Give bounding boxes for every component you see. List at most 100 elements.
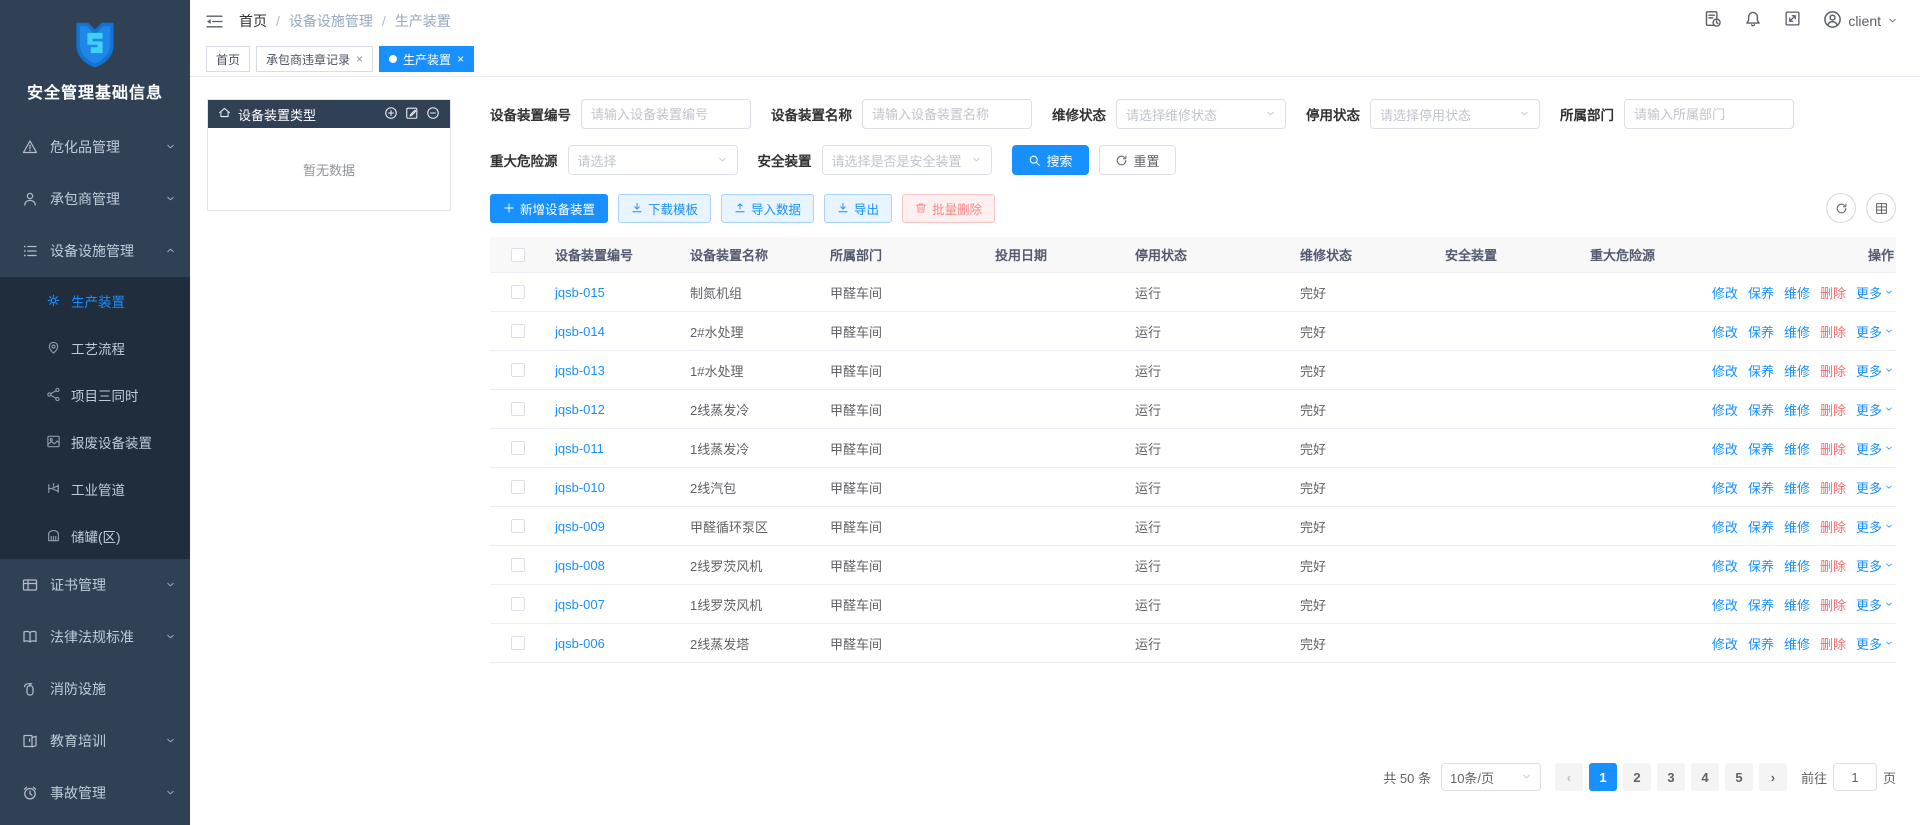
row-action-edit[interactable]: 修改 (1712, 634, 1738, 653)
filter-input-eq-code[interactable] (591, 106, 741, 122)
search-button[interactable]: 搜索 (1011, 145, 1089, 175)
filter-select-safety[interactable]: 请选择是否是安全装置 (821, 145, 992, 175)
row-action-delete[interactable]: 删除 (1820, 634, 1846, 653)
filter-select-hazard[interactable]: 请选择 (567, 145, 738, 175)
row-checkbox[interactable] (510, 558, 525, 572)
filter-input-eq-name[interactable] (872, 106, 1022, 122)
edit-type-button[interactable] (405, 106, 419, 123)
filter-input-dept[interactable] (1634, 106, 1784, 122)
row-action-more[interactable]: 更多 (1856, 322, 1894, 341)
goto-page-input[interactable] (1832, 763, 1877, 791)
sidebar-subitem-process[interactable]: 工艺流程 (0, 324, 190, 371)
row-action-repair[interactable]: 维修 (1784, 439, 1810, 458)
row-action-edit[interactable]: 修改 (1712, 556, 1738, 575)
download-template-button[interactable]: 下载模板 (618, 193, 712, 223)
user-menu[interactable]: client (1823, 10, 1898, 32)
breadcrumb-item[interactable]: 生产装置 (395, 11, 451, 31)
row-action-maintain[interactable]: 保养 (1748, 439, 1774, 458)
page-button-2[interactable]: 2 (1622, 763, 1651, 791)
sidebar-item-contractor[interactable]: 承包商管理 (0, 173, 190, 225)
row-action-delete[interactable]: 删除 (1820, 595, 1846, 614)
page-button-3[interactable]: 3 (1656, 763, 1685, 791)
remove-type-button[interactable] (426, 106, 440, 123)
row-action-delete[interactable]: 删除 (1820, 283, 1846, 302)
row-action-repair[interactable]: 维修 (1784, 283, 1810, 302)
row-action-edit[interactable]: 修改 (1712, 517, 1738, 536)
equipment-code-link[interactable]: jqsb-006 (555, 636, 605, 651)
sidebar-item-accident[interactable]: 事故管理 (0, 767, 190, 819)
row-action-maintain[interactable]: 保养 (1748, 478, 1774, 497)
breadcrumb-item[interactable]: 设备设施管理 (289, 11, 373, 31)
row-action-repair[interactable]: 维修 (1784, 400, 1810, 419)
batch-delete-button[interactable]: 批量删除 (902, 193, 996, 223)
row-action-edit[interactable]: 修改 (1712, 478, 1738, 497)
select-all-checkbox[interactable] (510, 247, 525, 262)
row-action-delete[interactable]: 删除 (1820, 517, 1846, 536)
row-action-more[interactable]: 更多 (1856, 556, 1894, 575)
row-action-repair[interactable]: 维修 (1784, 556, 1810, 575)
document-log-icon[interactable] (1704, 10, 1722, 33)
row-action-more[interactable]: 更多 (1856, 361, 1894, 380)
row-action-edit[interactable]: 修改 (1712, 322, 1738, 341)
equipment-code-link[interactable]: jqsb-008 (555, 558, 605, 573)
sidebar-item-law[interactable]: 法律法规标准 (0, 611, 190, 663)
sidebar-subitem-pipeline[interactable]: 工业管道 (0, 465, 190, 512)
row-checkbox[interactable] (510, 402, 525, 416)
row-action-maintain[interactable]: 保养 (1748, 361, 1774, 380)
row-checkbox[interactable] (510, 519, 525, 533)
tab-close-icon[interactable]: × (356, 52, 363, 66)
row-action-more[interactable]: 更多 (1856, 634, 1894, 653)
sidebar-subitem-tank[interactable]: 储罐(区) (0, 512, 190, 559)
tab-active-2[interactable]: 生产装置 × (379, 46, 475, 72)
row-action-edit[interactable]: 修改 (1712, 439, 1738, 458)
sidebar-subitem-scrap[interactable]: 报废设备装置 (0, 418, 190, 465)
row-action-maintain[interactable]: 保养 (1748, 634, 1774, 653)
next-page-button[interactable]: › (1758, 763, 1787, 791)
tab-close-icon[interactable]: × (457, 52, 464, 66)
export-button[interactable]: 导出 (824, 193, 893, 223)
sidebar-item-hazmat[interactable]: 危化品管理 (0, 121, 190, 173)
sidebar-item-equipment[interactable]: 设备设施管理 (0, 225, 190, 277)
row-checkbox[interactable] (510, 597, 525, 611)
prev-page-button[interactable]: ‹ (1554, 763, 1583, 791)
reset-button[interactable]: 重置 (1098, 145, 1176, 175)
import-data-button[interactable]: 导入数据 (721, 193, 815, 223)
row-action-more[interactable]: 更多 (1856, 478, 1894, 497)
row-action-more[interactable]: 更多 (1856, 283, 1894, 302)
breadcrumb-item[interactable]: 首页 (239, 11, 267, 31)
row-action-maintain[interactable]: 保养 (1748, 283, 1774, 302)
page-size-select[interactable]: 10条/页 (1440, 763, 1541, 791)
row-action-repair[interactable]: 维修 (1784, 595, 1810, 614)
tab-1[interactable]: 承包商违章记录 × (256, 46, 374, 72)
row-checkbox[interactable] (510, 285, 525, 299)
filter-select-repair-status[interactable]: 请选择维修状态 (1116, 99, 1286, 129)
row-checkbox[interactable] (510, 636, 525, 650)
equipment-code-link[interactable]: jqsb-012 (555, 402, 605, 417)
add-type-button[interactable] (384, 106, 398, 123)
sidebar-item-fire[interactable]: 消防设施 (0, 663, 190, 715)
notification-bell-icon[interactable] (1744, 10, 1762, 33)
row-action-maintain[interactable]: 保养 (1748, 595, 1774, 614)
equipment-code-link[interactable]: jqsb-010 (555, 480, 605, 495)
sidebar-item-education[interactable]: 教育培训 (0, 715, 190, 767)
equipment-code-link[interactable]: jqsb-011 (555, 441, 604, 456)
row-action-edit[interactable]: 修改 (1712, 400, 1738, 419)
row-action-delete[interactable]: 删除 (1820, 322, 1846, 341)
row-action-repair[interactable]: 维修 (1784, 322, 1810, 341)
row-checkbox[interactable] (510, 480, 525, 494)
row-action-maintain[interactable]: 保养 (1748, 400, 1774, 419)
column-settings-button[interactable] (1866, 193, 1896, 223)
sidebar-item-certificate[interactable]: 证书管理 (0, 559, 190, 611)
row-checkbox[interactable] (510, 324, 525, 338)
equipment-code-link[interactable]: jqsb-015 (555, 285, 605, 300)
add-button[interactable]: 新增设备装置 (490, 193, 609, 223)
page-button-5[interactable]: 5 (1724, 763, 1753, 791)
fullscreen-icon[interactable] (1784, 10, 1801, 32)
row-action-delete[interactable]: 删除 (1820, 478, 1846, 497)
row-action-delete[interactable]: 删除 (1820, 556, 1846, 575)
sidebar-subitem-three-simultaneous[interactable]: 项目三同时 (0, 371, 190, 418)
row-action-repair[interactable]: 维修 (1784, 517, 1810, 536)
row-action-maintain[interactable]: 保养 (1748, 556, 1774, 575)
sidebar-toggle[interactable] (206, 13, 223, 30)
refresh-table-button[interactable] (1826, 193, 1856, 223)
